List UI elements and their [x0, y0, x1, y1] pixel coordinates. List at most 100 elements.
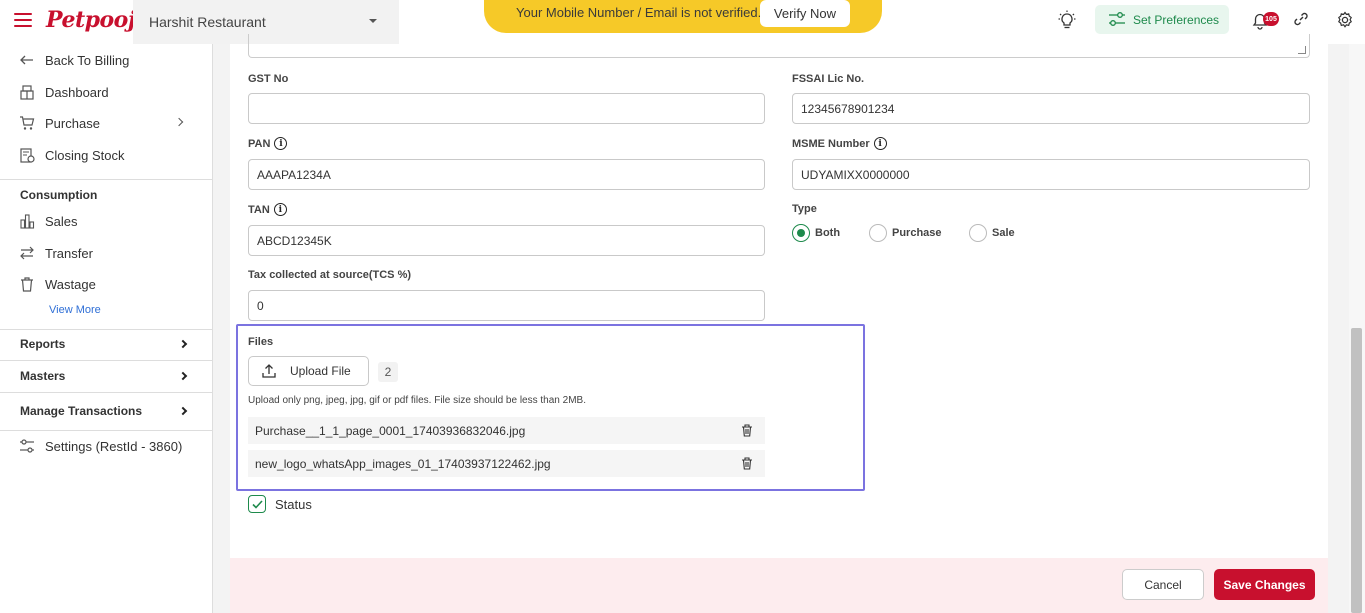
sidebar-item-label: Wastage [45, 276, 96, 292]
file-item: Purchase__1_1_page_0001_17403936832046.j… [248, 417, 765, 444]
verify-message: Your Mobile Number / Email is not verifi… [516, 5, 762, 20]
chevron-right-icon [178, 371, 188, 381]
chevron-right-icon [178, 406, 188, 416]
info-icon[interactable]: i [273, 203, 287, 216]
tan-input[interactable]: ABCD12345K [248, 225, 765, 256]
fssai-input[interactable]: 12345678901234 [792, 93, 1310, 124]
divider [0, 392, 213, 393]
link-icon[interactable] [1293, 11, 1309, 27]
set-preferences-label: Set Preferences [1133, 12, 1220, 27]
radio-icon [969, 224, 987, 242]
sidebar-item-purchase[interactable]: Purchase [0, 108, 213, 138]
sidebar-item-label: Transfer [45, 245, 93, 261]
sidebar-section-label: Manage Transactions [20, 404, 143, 418]
msme-label: MSME Number i [792, 137, 887, 150]
restaurant-name: Harshit Restaurant [149, 14, 266, 30]
resize-handle-icon[interactable] [1298, 46, 1306, 54]
sidebar-item-sales[interactable]: Sales [0, 206, 213, 236]
delete-icon[interactable] [741, 424, 753, 437]
radio-label: Sale [992, 227, 1015, 239]
form-footer: Cancel Save Changes [230, 558, 1328, 613]
bulb-icon[interactable] [1058, 10, 1076, 30]
info-icon[interactable]: i [873, 137, 887, 150]
sidebar-item-wastage[interactable]: Wastage [0, 269, 213, 299]
verify-banner: Your Mobile Number / Email is not verifi… [484, 0, 882, 33]
sidebar-item-settings[interactable]: Settings (RestId - 3860) [0, 431, 213, 461]
sidebar-item-label: Purchase [45, 115, 100, 131]
menu-icon[interactable] [14, 13, 32, 27]
tan-label: TAN i [248, 203, 287, 216]
info-icon[interactable]: i [274, 137, 288, 150]
trash-icon [21, 277, 33, 292]
chart-icon [20, 214, 35, 229]
gear-icon[interactable] [1336, 11, 1354, 29]
status-label: Status [275, 496, 312, 512]
address-textarea[interactable] [248, 34, 1310, 58]
type-radio-both[interactable]: Both [792, 224, 840, 242]
sidebar-item-label: Closing Stock [45, 147, 125, 163]
gst-label: GST No [248, 73, 289, 85]
msme-label-text: MSME Number [792, 137, 870, 150]
file-item: new_logo_whatsApp_images_01_174039371224… [248, 450, 765, 477]
sidebar-section-label: Reports [20, 337, 66, 351]
status-toggle[interactable]: Status [248, 495, 312, 513]
upload-file-label: Upload File [290, 364, 351, 378]
scrollbar-thumb[interactable] [1351, 328, 1362, 613]
pan-label: PAN i [248, 137, 288, 150]
view-more-link[interactable]: View More [49, 304, 101, 316]
arrow-left-icon [20, 55, 33, 65]
divider [0, 179, 213, 180]
radio-selected-icon [792, 224, 810, 242]
chevron-right-icon [174, 117, 184, 127]
stock-icon [20, 148, 35, 163]
radio-label: Both [815, 227, 841, 239]
settings-icon [20, 439, 34, 453]
set-preferences-button[interactable]: Set Preferences [1095, 5, 1229, 34]
radio-icon [869, 224, 887, 242]
tcs-label: Tax collected at source(TCS %) [248, 269, 412, 281]
verify-now-button[interactable]: Verify Now [760, 0, 850, 27]
sidebar-item-back-to-billing[interactable]: Back To Billing [0, 45, 213, 75]
tcs-input[interactable]: 0 [248, 290, 765, 321]
sidebar-item-label: Sales [45, 213, 78, 229]
file-name: new_logo_whatsApp_images_01_174039371224… [255, 456, 551, 471]
upload-file-button[interactable]: Upload File [248, 356, 369, 386]
pan-input[interactable]: AAAPA1234A [248, 159, 765, 190]
sidebar-section-label: Masters [20, 369, 66, 383]
checkbox-checked-icon[interactable] [248, 495, 266, 513]
cancel-button[interactable]: Cancel [1122, 569, 1204, 600]
msme-input[interactable]: UDYAMIXX0000000 [792, 159, 1310, 190]
sidebar-section-manage-transactions[interactable]: Manage Transactions [0, 397, 213, 425]
file-name: Purchase__1_1_page_0001_17403936832046.j… [255, 423, 526, 438]
delete-icon[interactable] [741, 457, 753, 470]
upload-hint: Upload only png, jpeg, jpg, gif or pdf f… [248, 395, 586, 406]
sidebar-item-closing-stock[interactable]: Closing Stock [0, 140, 213, 170]
transfer-icon [20, 246, 34, 260]
files-label: Files [248, 336, 274, 348]
sidebar-item-label: Back To Billing [45, 52, 130, 68]
sidebar-section-masters[interactable]: Masters [0, 362, 213, 390]
dashboard-icon [20, 85, 34, 100]
cart-icon [20, 116, 35, 130]
pan-label-text: PAN [248, 137, 271, 150]
notification-badge: 105 [1263, 12, 1279, 26]
sidebar-item-transfer[interactable]: Transfer [0, 238, 213, 268]
sidebar-item-label: Dashboard [45, 84, 109, 100]
fssai-label: FSSAI Lic No. [792, 73, 865, 85]
form-panel: GST No FSSAI Lic No. 12345678901234 PAN i… [230, 34, 1328, 613]
gst-input[interactable] [248, 93, 765, 124]
type-radio-sale[interactable]: Sale [969, 224, 1015, 242]
type-radio-purchase[interactable]: Purchase [869, 224, 942, 242]
tan-label-text: TAN [248, 203, 270, 216]
radio-label: Purchase [892, 227, 942, 239]
sidebar-section-reports[interactable]: Reports [0, 330, 213, 358]
scrollbar[interactable] [1349, 44, 1365, 613]
type-label: Type [792, 203, 817, 215]
chevron-right-icon [178, 339, 188, 349]
upload-icon [262, 364, 276, 378]
file-count-badge: 2 [378, 362, 398, 382]
caret-down-icon [369, 19, 377, 23]
save-changes-button[interactable]: Save Changes [1214, 569, 1315, 600]
consumption-heading: Consumption [20, 188, 98, 202]
sidebar-item-dashboard[interactable]: Dashboard [0, 77, 213, 107]
